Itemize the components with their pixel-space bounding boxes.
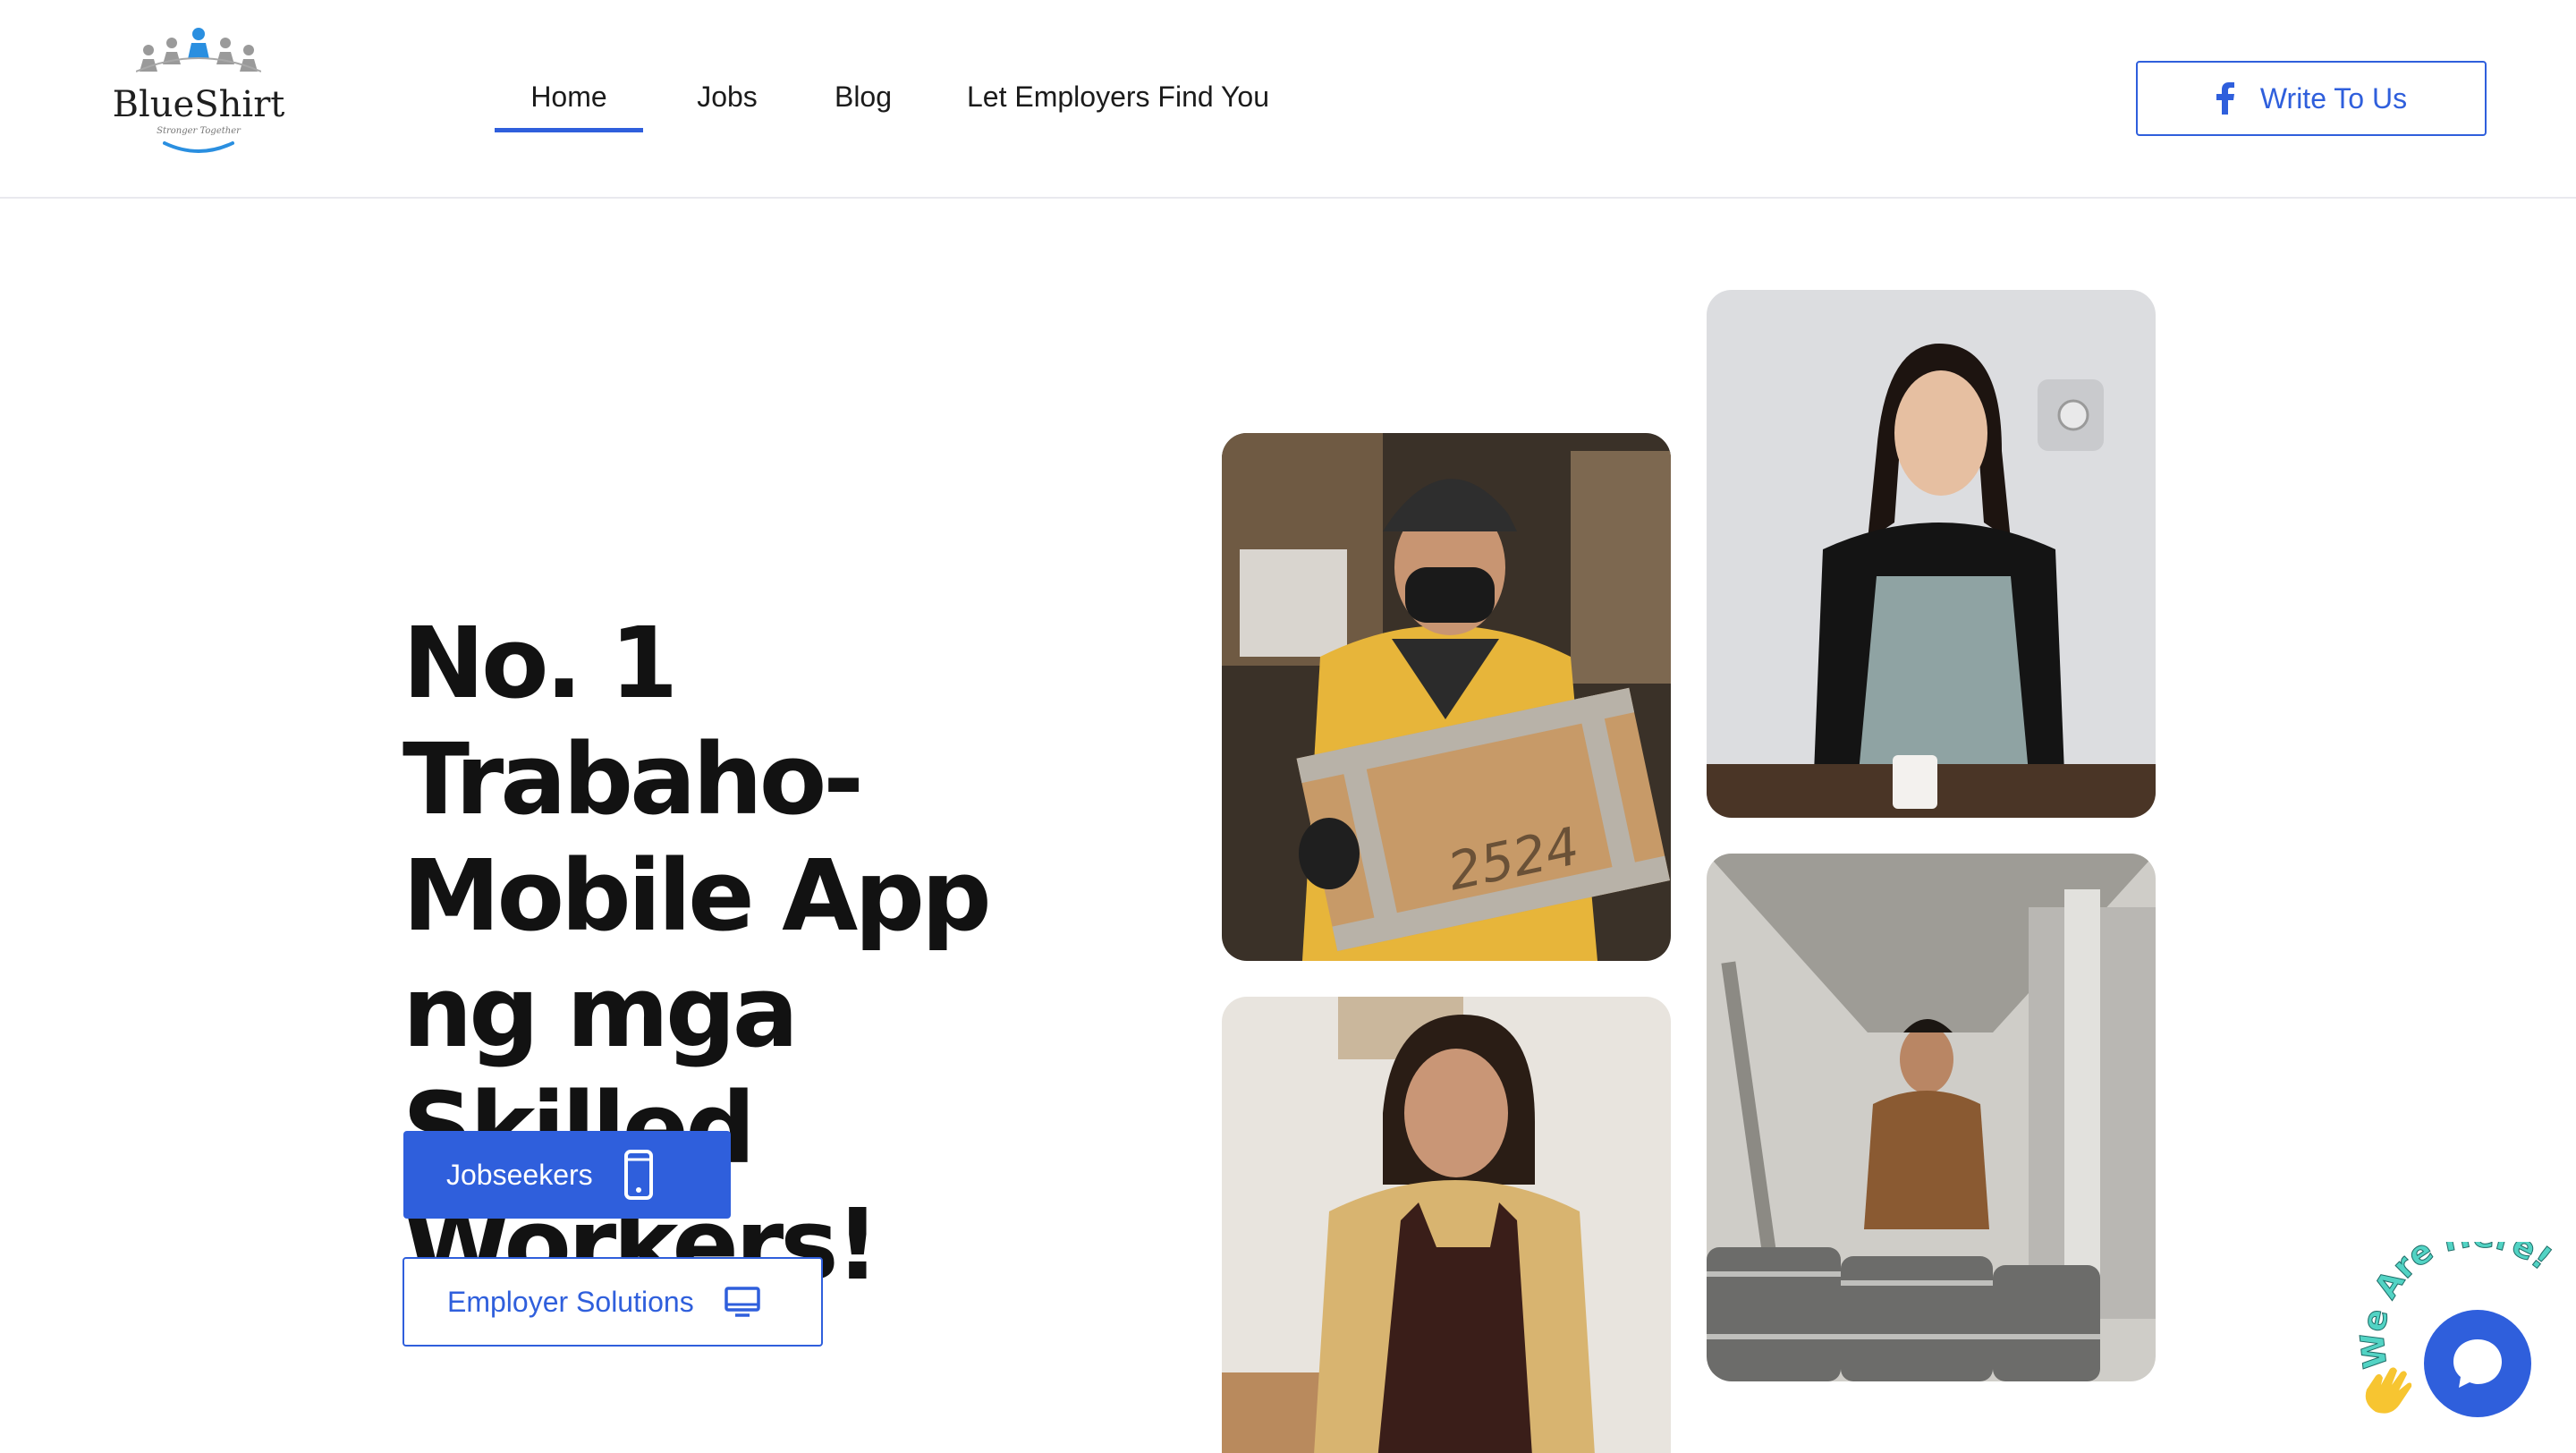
write-to-us-button[interactable]: Write To Us bbox=[2136, 61, 2487, 136]
mobile-phone-icon bbox=[623, 1150, 653, 1200]
nav-blog[interactable]: Blog bbox=[814, 75, 912, 132]
jobseekers-button[interactable]: Jobseekers bbox=[403, 1131, 731, 1219]
employer-solutions-label: Employer Solutions bbox=[447, 1285, 694, 1318]
open-chat-button[interactable] bbox=[2424, 1310, 2531, 1417]
chat-bubble-icon bbox=[2453, 1339, 2502, 1388]
nav-jobs[interactable]: Jobs bbox=[672, 75, 783, 132]
photo-delivery-worker: 2524 bbox=[1222, 433, 1671, 961]
write-to-us-label: Write To Us bbox=[2259, 81, 2408, 115]
brand-logo[interactable]: BlueShirt Stronger Together bbox=[109, 27, 288, 170]
jobseekers-label: Jobseekers bbox=[446, 1158, 593, 1191]
desktop-monitor-icon bbox=[724, 1287, 760, 1317]
chat-widget[interactable]: We Are Here! bbox=[2352, 1242, 2576, 1453]
photo-barista bbox=[1707, 290, 2156, 818]
waving-hand-icon bbox=[2365, 1367, 2412, 1414]
nav-let-employers-find-you[interactable]: Let Employers Find You bbox=[948, 75, 1288, 132]
facebook-icon bbox=[2216, 82, 2234, 115]
photo-woman-apron bbox=[1222, 997, 1671, 1453]
logo-wordmark: BlueShirt bbox=[112, 84, 285, 125]
nav-home[interactable]: Home bbox=[495, 75, 643, 132]
site-header: BlueShirt Stronger Together Home Jobs Bl… bbox=[0, 0, 2576, 199]
employer-solutions-button[interactable]: Employer Solutions bbox=[402, 1257, 823, 1347]
logo-people-icon bbox=[136, 28, 261, 72]
photo-brewery-worker bbox=[1707, 854, 2156, 1381]
logo-smile-icon bbox=[163, 141, 234, 153]
